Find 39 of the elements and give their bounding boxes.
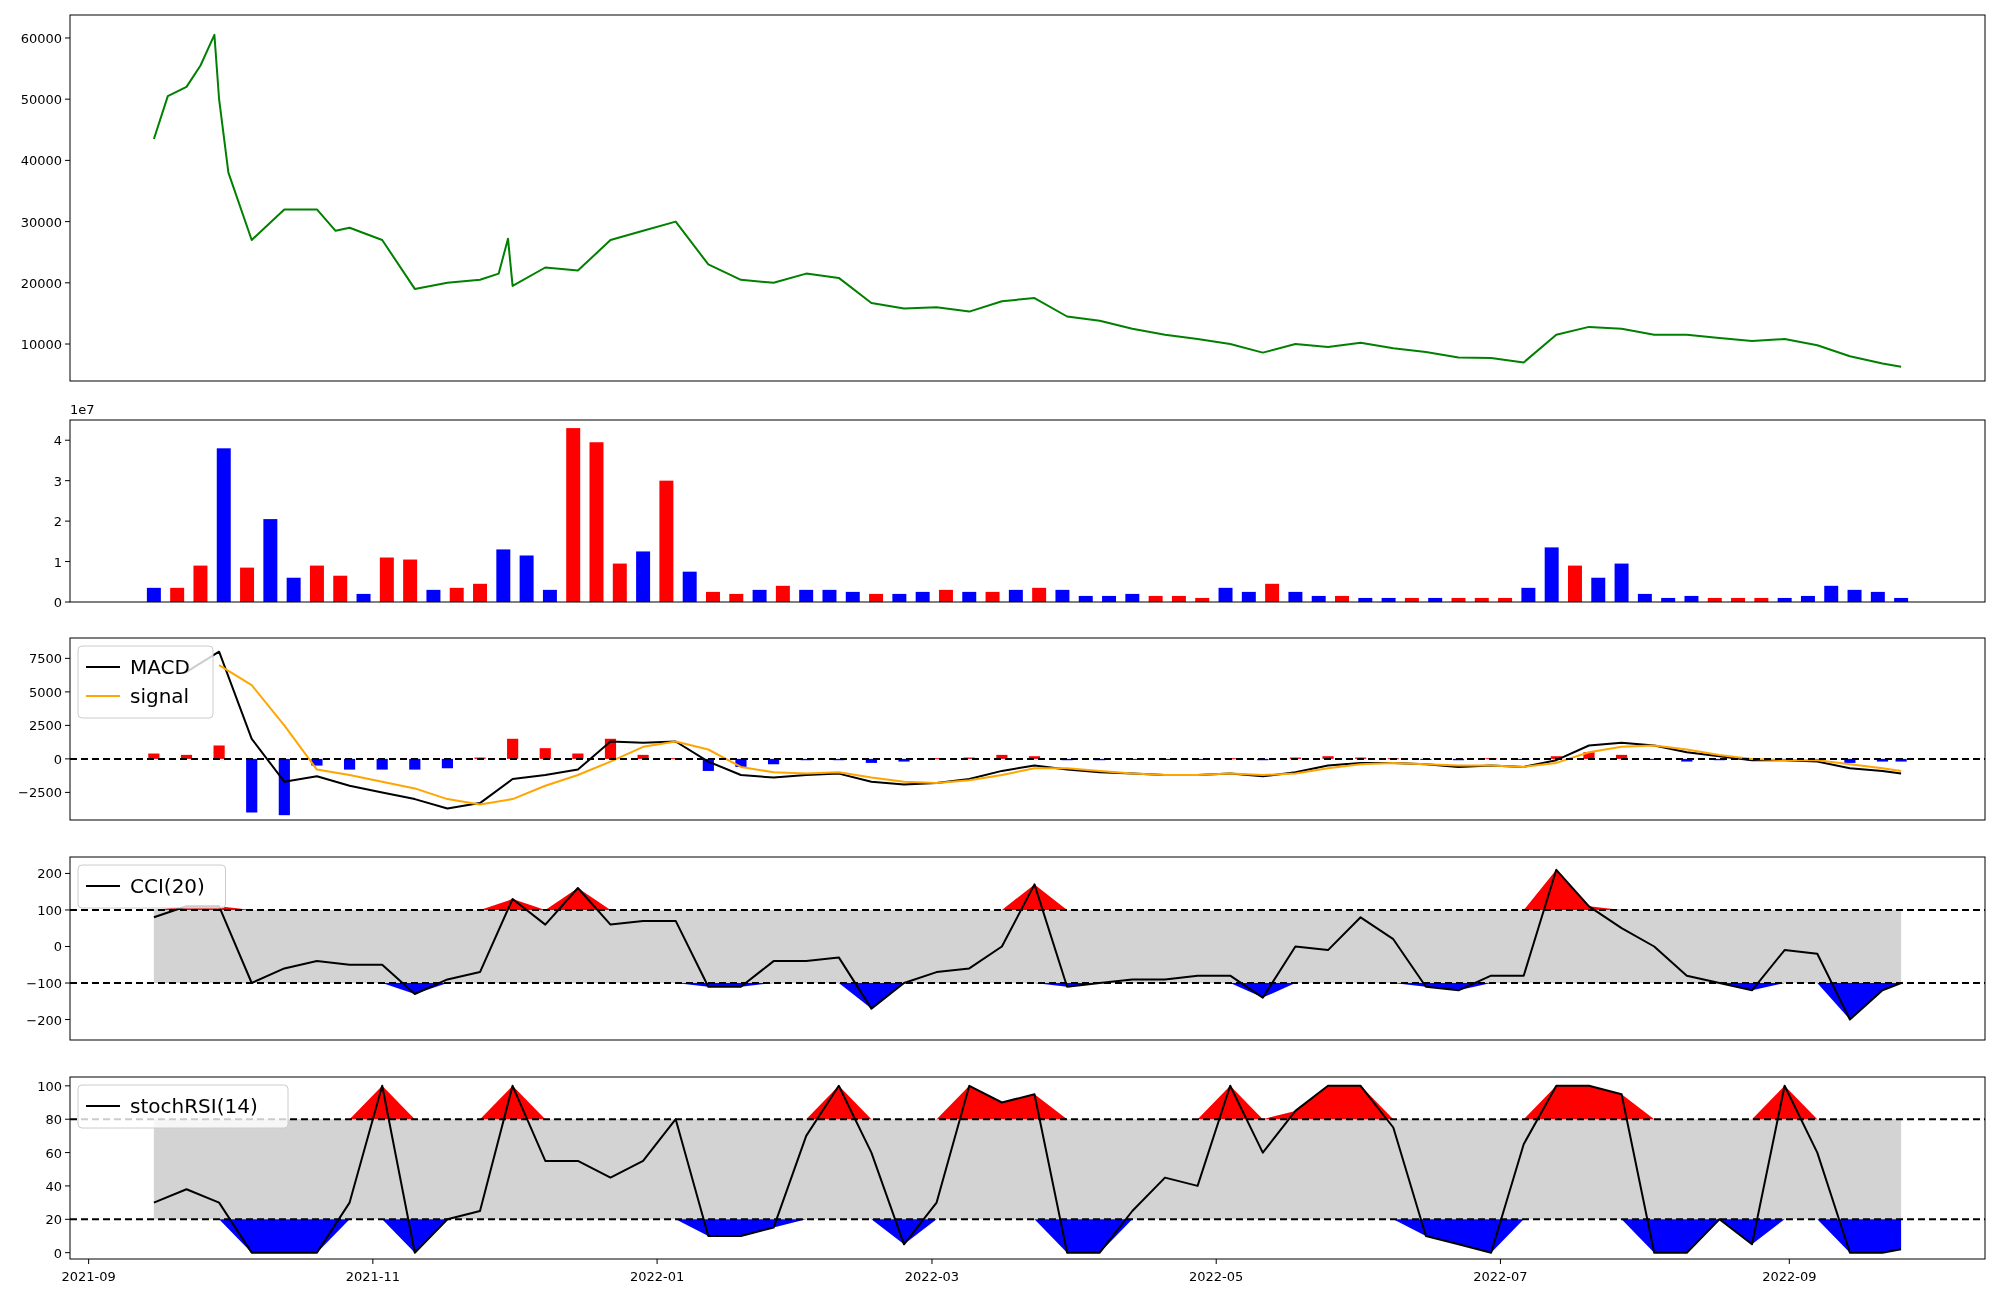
legend-label: MACD: [130, 655, 190, 679]
axis-tick-label: 5000: [28, 684, 62, 700]
axis-tick-label: −200: [26, 1012, 62, 1028]
axis-tick-label: 10000: [20, 337, 62, 353]
legend-label: stochRSI(14): [130, 1094, 258, 1118]
axis-tick-label: 0: [53, 1245, 62, 1261]
axis-tick-label: 40: [45, 1178, 62, 1194]
axis-tick-label: 60: [45, 1145, 62, 1161]
axis-tick-label: 2: [53, 514, 62, 530]
axis-tick-label: 2022-05: [1189, 1269, 1244, 1284]
axis-tick-label: 1: [53, 554, 62, 570]
axis-tick-label: 100: [37, 1078, 62, 1094]
axis-tick-label: 2500: [28, 718, 62, 734]
axis-tick-label: 30000: [20, 214, 62, 230]
axis-tick-label: 2022-03: [904, 1269, 960, 1284]
axis-tick-label: 20000: [20, 275, 62, 291]
axis-tick-label: 2022-01: [629, 1269, 685, 1284]
axis-tick-label: 2021-09: [61, 1269, 116, 1284]
axis-tick-label: 0: [53, 751, 62, 767]
axis-tick-label: 4: [53, 433, 62, 449]
axis-tick-label: 3: [53, 473, 62, 489]
axis-tick-label: −2500: [18, 785, 62, 801]
axis-tick-label: 2022-07: [1473, 1269, 1528, 1284]
axis-tick-label: 40000: [20, 153, 62, 169]
axis-tick-label: 2021-11: [345, 1269, 400, 1284]
axis-tick-label: 7500: [28, 651, 62, 667]
axis-tick-label: 80: [45, 1112, 62, 1128]
axis-offset-label: 1e7: [70, 402, 95, 417]
axis-tick-label: 2022-09: [1762, 1269, 1817, 1284]
legend-label: signal: [130, 684, 190, 708]
axis-tick-label: 0: [53, 595, 62, 610]
axis-tick-label: 60000: [20, 30, 62, 46]
axis-tick-label: 20: [45, 1212, 62, 1228]
axis-tick-label: 0: [53, 939, 62, 955]
axis-tick-label: −100: [26, 976, 62, 991]
axis-tick-label: 50000: [20, 92, 62, 108]
axis-tick-label: 100: [37, 902, 62, 918]
axis-tick-label: 200: [37, 866, 62, 882]
legend-label: CCI(20): [130, 874, 205, 898]
